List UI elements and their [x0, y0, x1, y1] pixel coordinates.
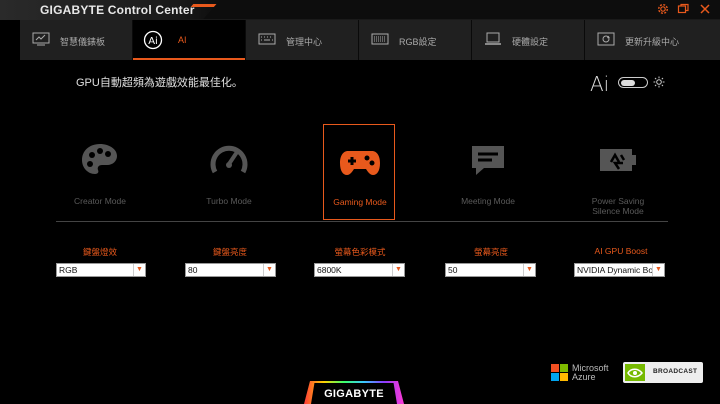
title-bar: GIGABYTE Control Center [0, 0, 720, 20]
keyboard-lighting-select[interactable]: RGB ▼ [56, 263, 146, 277]
mode-power-saving[interactable]: Power Saving Silence Mode [582, 124, 654, 220]
chat-icon [466, 140, 510, 180]
nvidia-broadcast-badge: BROADCAST [623, 362, 703, 383]
keyboard-lighting-label: 鍵盤燈效 [82, 247, 117, 257]
screen-color-mode-select[interactable]: 6800K ▼ [314, 263, 405, 277]
screen-brightness-label: 螢幕亮度 [473, 247, 508, 257]
chevron-down-icon: ▼ [523, 264, 535, 276]
tab-management[interactable]: 管理中心 [246, 20, 359, 60]
mode-label: Turbo Mode [206, 196, 252, 206]
broadcast-text: BROADCAST [653, 368, 698, 375]
mode-label: Meeting Mode [461, 196, 515, 206]
select-value: RGB [59, 265, 78, 275]
speedometer-icon [207, 140, 251, 180]
keyboard-brightness-select[interactable]: 80 ▼ [185, 263, 276, 277]
ai-gpu-boost-select[interactable]: NVIDIA Dynamic Boost ▼ [574, 263, 665, 277]
mode-turbo[interactable]: Turbo Mode [193, 124, 265, 220]
tab-label: RGB設定 [399, 37, 437, 47]
brightness-icon[interactable] [653, 75, 665, 88]
chevron-down-icon: ▼ [392, 264, 404, 276]
tab-label: AI [178, 35, 187, 45]
chevron-down-icon: ▼ [652, 264, 664, 276]
tab-label: 智慧儀錶板 [60, 37, 106, 47]
keyboard-icon [258, 32, 276, 46]
mode-meeting[interactable]: Meeting Mode [452, 124, 524, 220]
mode-creator[interactable]: Creator Mode [64, 124, 136, 220]
tab-dashboard[interactable]: 智慧儀錶板 [20, 20, 133, 60]
ai-logo: Ai [590, 72, 610, 96]
rgb-keyboard-icon [371, 32, 389, 46]
palette-icon [78, 140, 122, 180]
settings-icon[interactable] [656, 3, 670, 17]
mode-label: Gaming Mode [333, 197, 387, 207]
ai-toggle[interactable] [618, 77, 648, 88]
chevron-down-icon: ▼ [133, 264, 145, 276]
gamepad-icon [338, 141, 382, 181]
mode-label: Creator Mode [74, 196, 126, 206]
divider [56, 221, 668, 222]
screen-brightness-select[interactable]: 50 ▼ [445, 263, 536, 277]
azure-text: Azure [572, 372, 596, 382]
gigabyte-logo: GIGABYTE [324, 388, 384, 400]
screen-color-mode-label: 螢幕色彩模式 [334, 247, 386, 257]
update-icon [597, 32, 615, 46]
mode-gaming[interactable]: Gaming Mode [323, 124, 395, 220]
mode-label: Power Saving Silence Mode [591, 196, 645, 216]
tab-label: 更新升級中心 [625, 37, 680, 47]
tab-rgb[interactable]: RGB設定 [359, 20, 472, 60]
microsoft-logo-icon [551, 364, 568, 381]
battery-recycle-icon [596, 140, 640, 180]
select-value: 80 [188, 265, 198, 275]
select-value: 50 [448, 265, 458, 275]
tab-update[interactable]: 更新升級中心 [585, 20, 720, 60]
tab-hardware[interactable]: 硬體設定 [472, 20, 585, 60]
tab-label: 硬體設定 [512, 37, 549, 47]
dashboard-icon [32, 32, 50, 46]
chevron-down-icon: ▼ [263, 264, 275, 276]
select-value: 6800K [317, 265, 342, 275]
tab-bar: 智慧儀錶板 Ai AI 管理中心 RGB設定 硬體設定 更新升級中心 [20, 20, 720, 60]
close-icon[interactable] [698, 3, 712, 17]
microsoft-azure-text: Microsoft Azure [572, 364, 609, 382]
tab-label: 管理中心 [286, 37, 323, 47]
ai-gpu-boost-label: AI GPU Boost [594, 246, 648, 256]
restore-icon[interactable] [676, 3, 690, 17]
toggle-knob [621, 79, 635, 86]
mode-description: GPU自動超頻為遊戲效能最佳化。 [76, 77, 243, 89]
nvidia-logo-icon [625, 364, 645, 381]
svg-text:Ai: Ai [148, 36, 158, 47]
app-title: GIGABYTE Control Center [40, 3, 195, 17]
ai-icon: Ai [143, 30, 163, 50]
tab-ai[interactable]: Ai AI [133, 20, 246, 60]
keyboard-brightness-label: 鍵盤亮度 [212, 247, 247, 257]
laptop-icon [484, 32, 502, 46]
